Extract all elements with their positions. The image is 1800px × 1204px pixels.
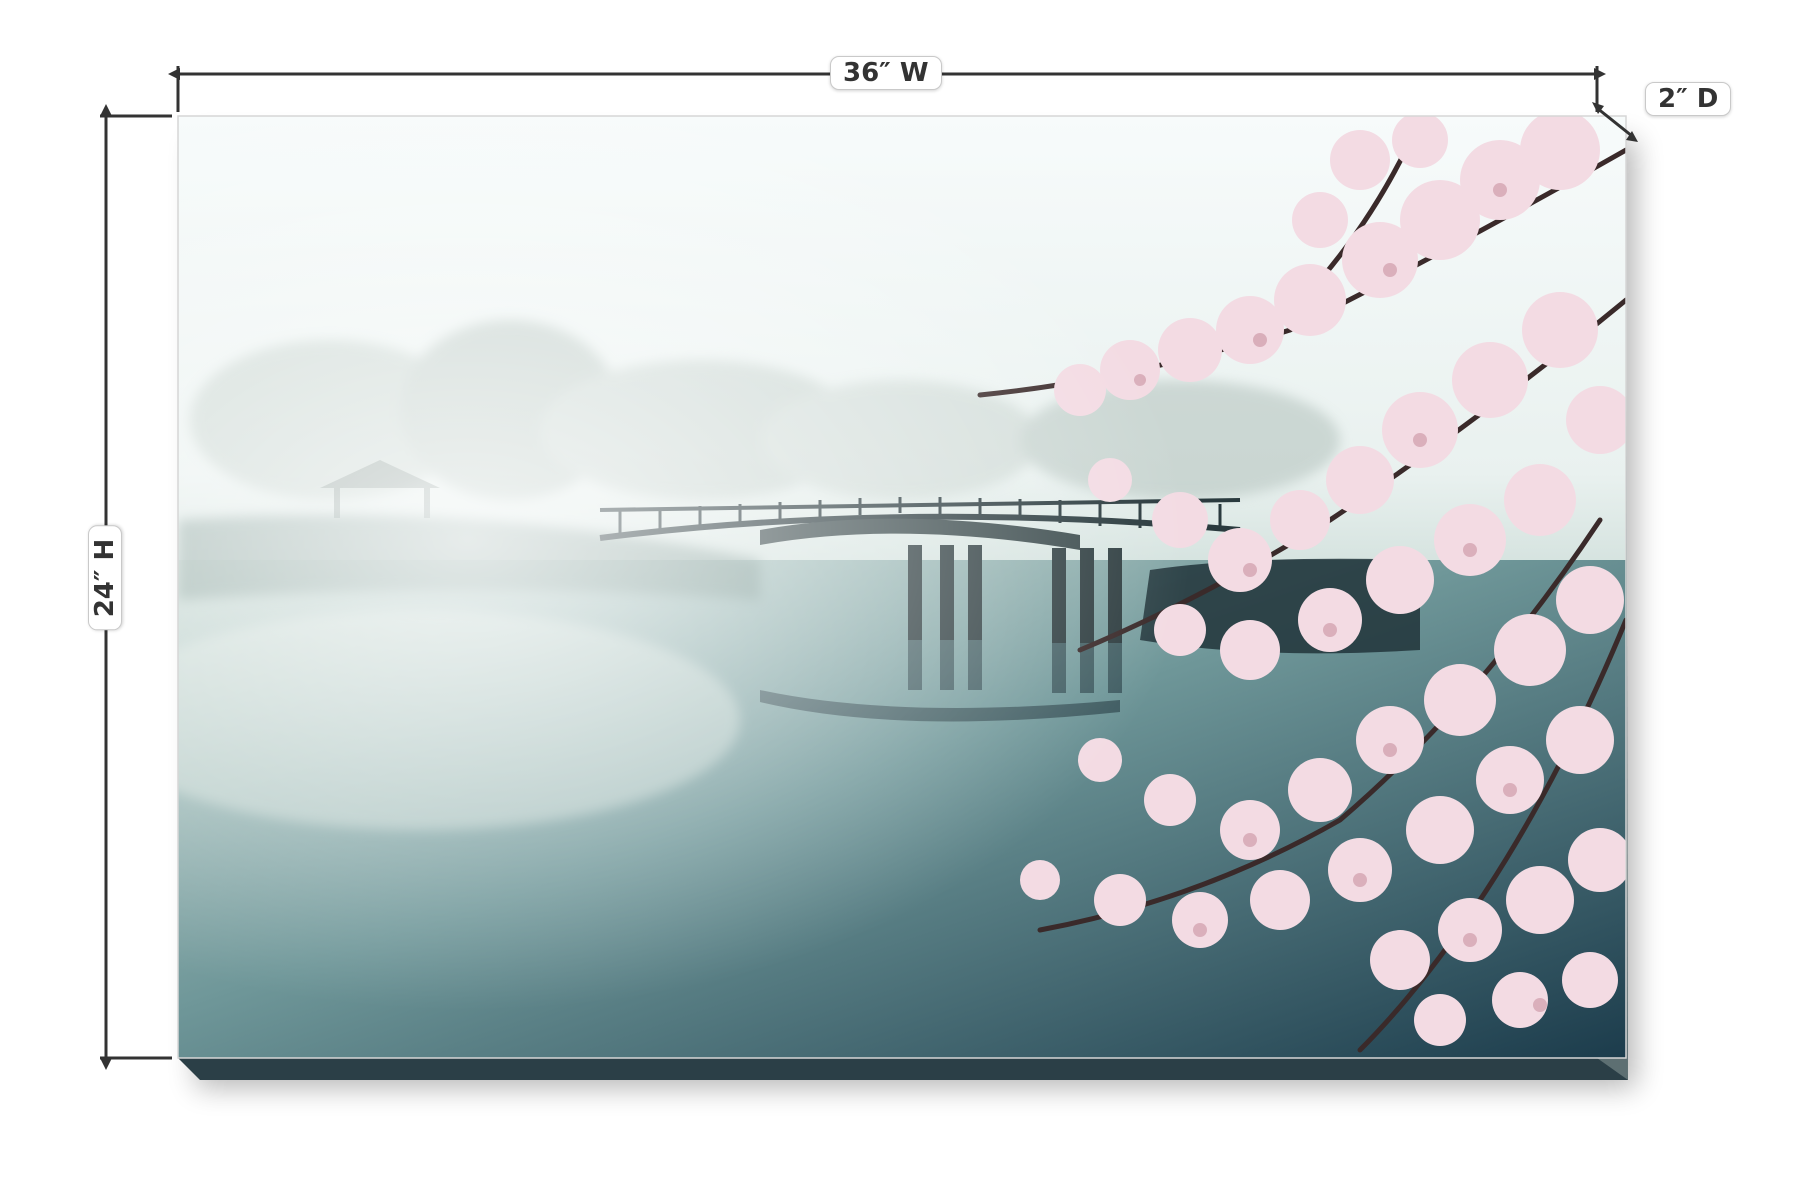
height-label: 24″ H	[88, 525, 122, 631]
canvas-illustration	[100, 66, 1638, 1088]
width-label: 36″ W	[830, 56, 942, 90]
canvas-bottom-edge	[178, 1058, 1628, 1080]
height-arrow-bottom	[100, 1058, 112, 1070]
depth-label: 2″ D	[1645, 82, 1732, 116]
product-dimension-diagram: 36″ W 2″ D 24″ H	[0, 0, 1800, 1200]
height-arrow-top	[100, 104, 112, 116]
photo	[178, 116, 1626, 1058]
width-arrow-right	[1594, 68, 1606, 80]
width-arrow-left	[168, 68, 180, 80]
